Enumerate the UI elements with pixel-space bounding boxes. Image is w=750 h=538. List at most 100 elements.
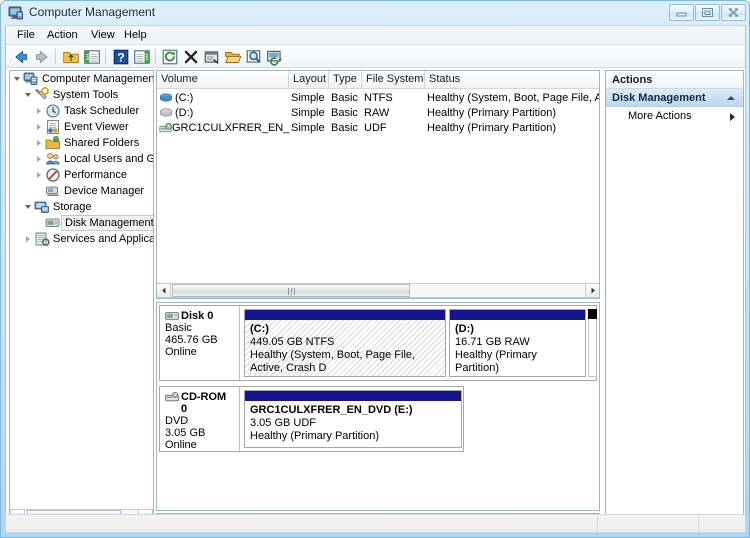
properties-button[interactable] [203,48,221,66]
menu-help[interactable]: Help [119,29,152,41]
zoom-button[interactable] [245,48,263,66]
twisty-collapsed-icon[interactable] [34,119,45,135]
delete-button[interactable] [182,48,200,66]
clock-icon [46,104,60,118]
close-button[interactable] [721,4,746,21]
tree-item-disk-management[interactable]: Disk Management [10,215,153,231]
chevron-right-icon [730,113,735,121]
unallocated-space[interactable] [588,309,597,319]
minimize-button[interactable] [669,4,694,21]
column-header-type[interactable]: Type [329,71,362,88]
status-bar [5,514,746,533]
status-bar-separator-2 [698,516,699,532]
forward-button[interactable] [33,48,51,66]
up-one-level-button[interactable] [62,48,80,66]
twisty-collapsed-icon[interactable] [23,231,34,247]
menu-view[interactable]: View [86,29,120,41]
partition-d[interactable]: (D:) 16.71 GB RAW Healthy (Primary Parti… [449,309,586,377]
tree-item-system-tools[interactable]: System Tools [10,87,153,103]
chevron-left-icon [162,287,166,294]
tree-item-label: Computer Management (Local [42,73,153,85]
twisty-expanded-icon[interactable] [23,199,34,215]
cell-volume: (C:) [175,92,194,104]
tree-item-storage[interactable]: Storage [10,199,153,215]
disk0-info[interactable]: Disk 0 Basic 465.76 GB Online [160,306,240,380]
tree-item-performance[interactable]: Performance [10,167,153,183]
tree-item-shared-folders[interactable]: Shared Folders [10,135,153,151]
volume-list-hscrollbar[interactable] [157,283,599,298]
svg-text:?: ? [117,51,125,65]
graphical-disk-view[interactable]: Disk 0 Basic 465.76 GB Online (C:) 449.0… [156,302,600,511]
back-button[interactable] [12,48,30,66]
column-header-status[interactable]: Status [425,71,599,88]
action-more-actions[interactable]: More Actions [606,107,743,125]
table-row[interactable]: (D:) Simple Basic RAW Healthy (Primary P… [157,106,599,121]
table-row[interactable]: GRC1CULXFRER_EN_DVD (E:) Simple Basic UD… [157,121,599,136]
menu-bar: File Action View Help [6,26,745,45]
tree-item-event-viewer[interactable]: Event Viewer [10,119,153,135]
cdrom0-title: CD-ROM 0 [165,391,234,415]
twisty-collapsed-icon[interactable] [34,151,45,167]
toolbar-separator-1 [55,49,56,64]
console-tree[interactable]: Computer Management (Local System Tools Ta… [10,71,153,509]
disk0-name: Disk 0 [181,310,214,322]
volume-scroll-right-button[interactable] [585,284,599,297]
open-button[interactable] [224,48,242,66]
tree-item-services-and-applications[interactable]: Services and Applications [10,231,153,247]
menu-action[interactable]: Action [42,29,83,41]
tree-item-label: Local Users and Groups [64,153,153,165]
tree-item-label: Storage [53,201,92,213]
column-header-layout[interactable]: Layout [289,71,329,88]
volume-list-header[interactable]: Volume Layout Type File System Status [157,71,599,89]
help-button[interactable]: ? [112,48,130,66]
disk0-state: Online [165,346,197,358]
rescan-disks-button[interactable] [266,48,284,66]
cell-type: Basic [331,122,358,134]
actions-group-disk-management[interactable]: Disk Management [606,89,743,107]
twisty-collapsed-icon[interactable] [34,103,45,119]
volume-scroll-left-button[interactable] [157,284,171,297]
twisty-collapsed-icon[interactable] [34,167,45,183]
chevron-right-icon [591,287,595,294]
tree-item-label: Disk Management [61,215,153,231]
chevron-up-icon[interactable] [727,96,735,100]
column-header-volume[interactable]: Volume [157,71,289,88]
cell-layout: Simple [291,92,325,104]
cdrom0-type: DVD [165,415,189,427]
partition-e-color-bar [245,391,461,401]
partition-e[interactable]: GRC1CULXFRER_EN_DVD (E:) 3.05 GB UDF Hea… [244,390,462,448]
twisty-expanded-icon[interactable] [23,87,34,103]
twisty-expanded-icon[interactable] [12,71,23,87]
tree-item-computer-management-local[interactable]: Computer Management (Local [10,71,153,87]
system-tools-icon [35,87,49,100]
disk0-size: 465.76 GB [165,334,218,346]
menu-file[interactable]: File [12,29,40,41]
actions-pane: Actions Disk Management More Actions [605,70,744,530]
title-bar[interactable]: Computer Management [1,1,749,25]
cdrom0-name: CD-ROM 0 [181,391,227,415]
cdrom0-info[interactable]: CD-ROM 0 DVD 3.05 GB Online [160,387,240,451]
tree-item-task-scheduler[interactable]: Task Scheduler [10,103,153,119]
partition-c-label: (C:) [250,323,269,335]
refresh-button[interactable] [161,48,179,66]
partition-e-label: GRC1CULXFRER_EN_DVD (E:) [250,404,413,416]
disk-row-cdrom0[interactable]: CD-ROM 0 DVD 3.05 GB Online GRC1CULXFRER… [159,386,464,452]
volume-scroll-thumb[interactable] [172,284,410,297]
show-hide-console-tree-button[interactable] [83,48,101,66]
column-header-file-system[interactable]: File System [362,71,425,88]
tree-item-local-users-and-groups[interactable]: Local Users and Groups [10,151,153,167]
volume-list[interactable]: Volume Layout Type File System Status (C… [156,70,600,299]
partition-c[interactable]: (C:) 449.05 GB NTFS Healthy (System, Boo… [244,309,446,377]
show-hide-action-pane-button[interactable] [133,48,151,66]
twisty-collapsed-icon[interactable] [34,135,45,151]
tree-item-device-manager[interactable]: Device Manager [10,183,153,199]
cell-status: Healthy (System, Boot, Page File, Active… [427,92,599,104]
disk-row-disk0[interactable]: Disk 0 Basic 465.76 GB Online (C:) 449.0… [159,305,597,381]
cd-drive-icon [159,122,173,133]
table-row[interactable]: (C:) Simple Basic NTFS Healthy (System, … [157,91,599,106]
disk-icon [165,312,179,320]
maximize-button[interactable] [695,4,720,21]
event-viewer-icon [47,120,59,134]
